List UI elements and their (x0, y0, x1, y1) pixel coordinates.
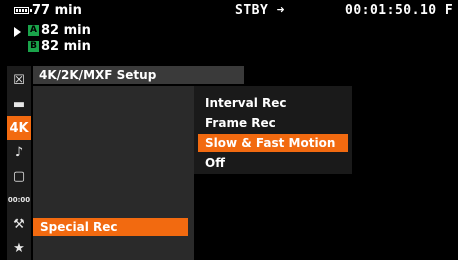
media-a-badge: A (28, 25, 39, 36)
media-a-time: 82 min (41, 23, 91, 38)
menu-category-bar: ☒ ▬ 4K ♪ ▢ 00:00 ⚒ ★ (7, 66, 31, 260)
close-icon[interactable]: ☒ (7, 68, 31, 92)
option-frame-rec[interactable]: Frame Rec (198, 114, 348, 132)
wrench-icon[interactable]: ⚒ (7, 212, 31, 236)
option-slow-fast-motion[interactable]: Slow & Fast Motion (198, 134, 348, 152)
battery-icon (14, 7, 32, 14)
menu-list-panel: Special Rec (33, 86, 194, 260)
option-interval-rec[interactable]: Interval Rec (198, 94, 348, 112)
media-b-time: 82 min (41, 39, 91, 54)
submenu-options-panel: Interval Rec Frame Rec Slow & Fast Motion O… (194, 86, 352, 174)
option-off[interactable]: Off (198, 154, 348, 172)
menu-title: 4K/2K/MXF Setup (39, 68, 157, 82)
timecode-display: 00:01:50.10 F (345, 3, 454, 18)
play-icon (14, 27, 21, 37)
menu-title-bar: 4K/2K/MXF Setup (33, 66, 244, 84)
menu-item-special-rec[interactable]: Special Rec (33, 218, 188, 236)
audio-icon[interactable]: ♪ (7, 140, 31, 164)
battery-time: 77 min (32, 3, 82, 18)
4k-icon[interactable]: 4K (7, 116, 31, 140)
media-b-badge: B (28, 41, 39, 52)
star-icon[interactable]: ★ (7, 236, 31, 260)
timecode-icon[interactable]: 00:00 (7, 188, 31, 212)
record-status: STBY ➜ (235, 3, 285, 18)
display-icon[interactable]: ▢ (7, 164, 31, 188)
camera-icon[interactable]: ▬ (7, 92, 31, 116)
